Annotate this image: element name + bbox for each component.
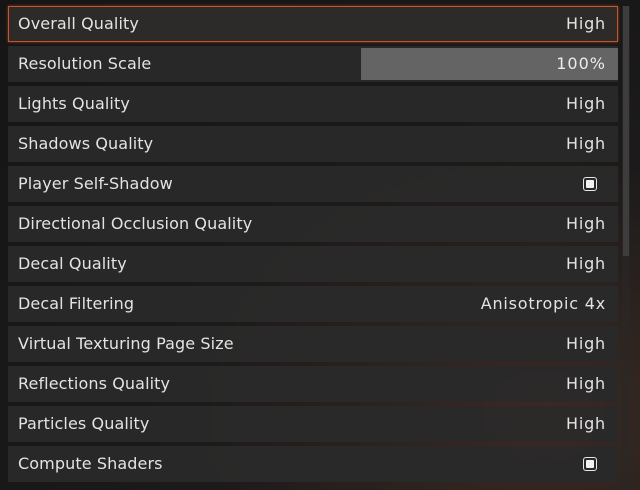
setting-label: Reflections Quality	[18, 374, 171, 393]
scrollbar[interactable]	[622, 6, 630, 490]
setting-row-particles-quality[interactable]: Particles Quality High	[8, 406, 618, 442]
setting-row-overall-quality[interactable]: Overall Quality High	[8, 6, 618, 42]
setting-row-lights-quality[interactable]: Lights Quality High	[8, 86, 618, 122]
setting-row-decal-quality[interactable]: Decal Quality High	[8, 246, 618, 282]
setting-row-compute-shaders[interactable]: Compute Shaders	[8, 446, 618, 482]
setting-label: Resolution Scale	[18, 54, 152, 73]
compute-shaders-checkbox[interactable]	[583, 457, 597, 471]
setting-label: Particles Quality	[18, 414, 150, 433]
setting-label: Virtual Texturing Page Size	[18, 334, 234, 353]
setting-label: Overall Quality	[18, 14, 139, 33]
setting-value-dropdown[interactable]: High	[566, 366, 606, 402]
setting-row-resolution-scale[interactable]: Resolution Scale 100%	[8, 46, 618, 82]
setting-value-dropdown[interactable]: High	[566, 126, 606, 162]
setting-label: Compute Shaders	[18, 454, 163, 473]
setting-row-virtual-texturing-page-size[interactable]: Virtual Texturing Page Size High	[8, 326, 618, 362]
setting-row-directional-occlusion-quality[interactable]: Directional Occlusion Quality High	[8, 206, 618, 242]
slider-value: 100%	[556, 54, 606, 73]
setting-value-dropdown[interactable]: High	[566, 86, 606, 122]
setting-row-decal-filtering[interactable]: Decal Filtering Anisotropic 4x	[8, 286, 618, 322]
setting-label: Decal Filtering	[18, 294, 135, 313]
setting-label: Decal Quality	[18, 254, 127, 273]
setting-value-dropdown[interactable]: High	[566, 326, 606, 362]
setting-label: Directional Occlusion Quality	[18, 214, 253, 233]
setting-value-dropdown[interactable]: Anisotropic 4x	[481, 286, 606, 322]
setting-row-reflections-quality[interactable]: Reflections Quality High	[8, 366, 618, 402]
setting-value-dropdown[interactable]: High	[566, 7, 606, 41]
setting-label: Player Self-Shadow	[18, 174, 173, 193]
setting-value-dropdown[interactable]: High	[566, 406, 606, 442]
resolution-scale-slider[interactable]: 100%	[361, 48, 618, 80]
setting-row-shadows-quality[interactable]: Shadows Quality High	[8, 126, 618, 162]
scrollbar-thumb[interactable]	[623, 6, 629, 256]
setting-label: Shadows Quality	[18, 134, 154, 153]
graphics-settings-list: Overall Quality High Resolution Scale 10…	[8, 6, 618, 486]
player-self-shadow-checkbox[interactable]	[583, 177, 597, 191]
setting-row-player-self-shadow[interactable]: Player Self-Shadow	[8, 166, 618, 202]
setting-value-dropdown[interactable]: High	[566, 206, 606, 242]
setting-label: Lights Quality	[18, 94, 130, 113]
setting-value-dropdown[interactable]: High	[566, 246, 606, 282]
